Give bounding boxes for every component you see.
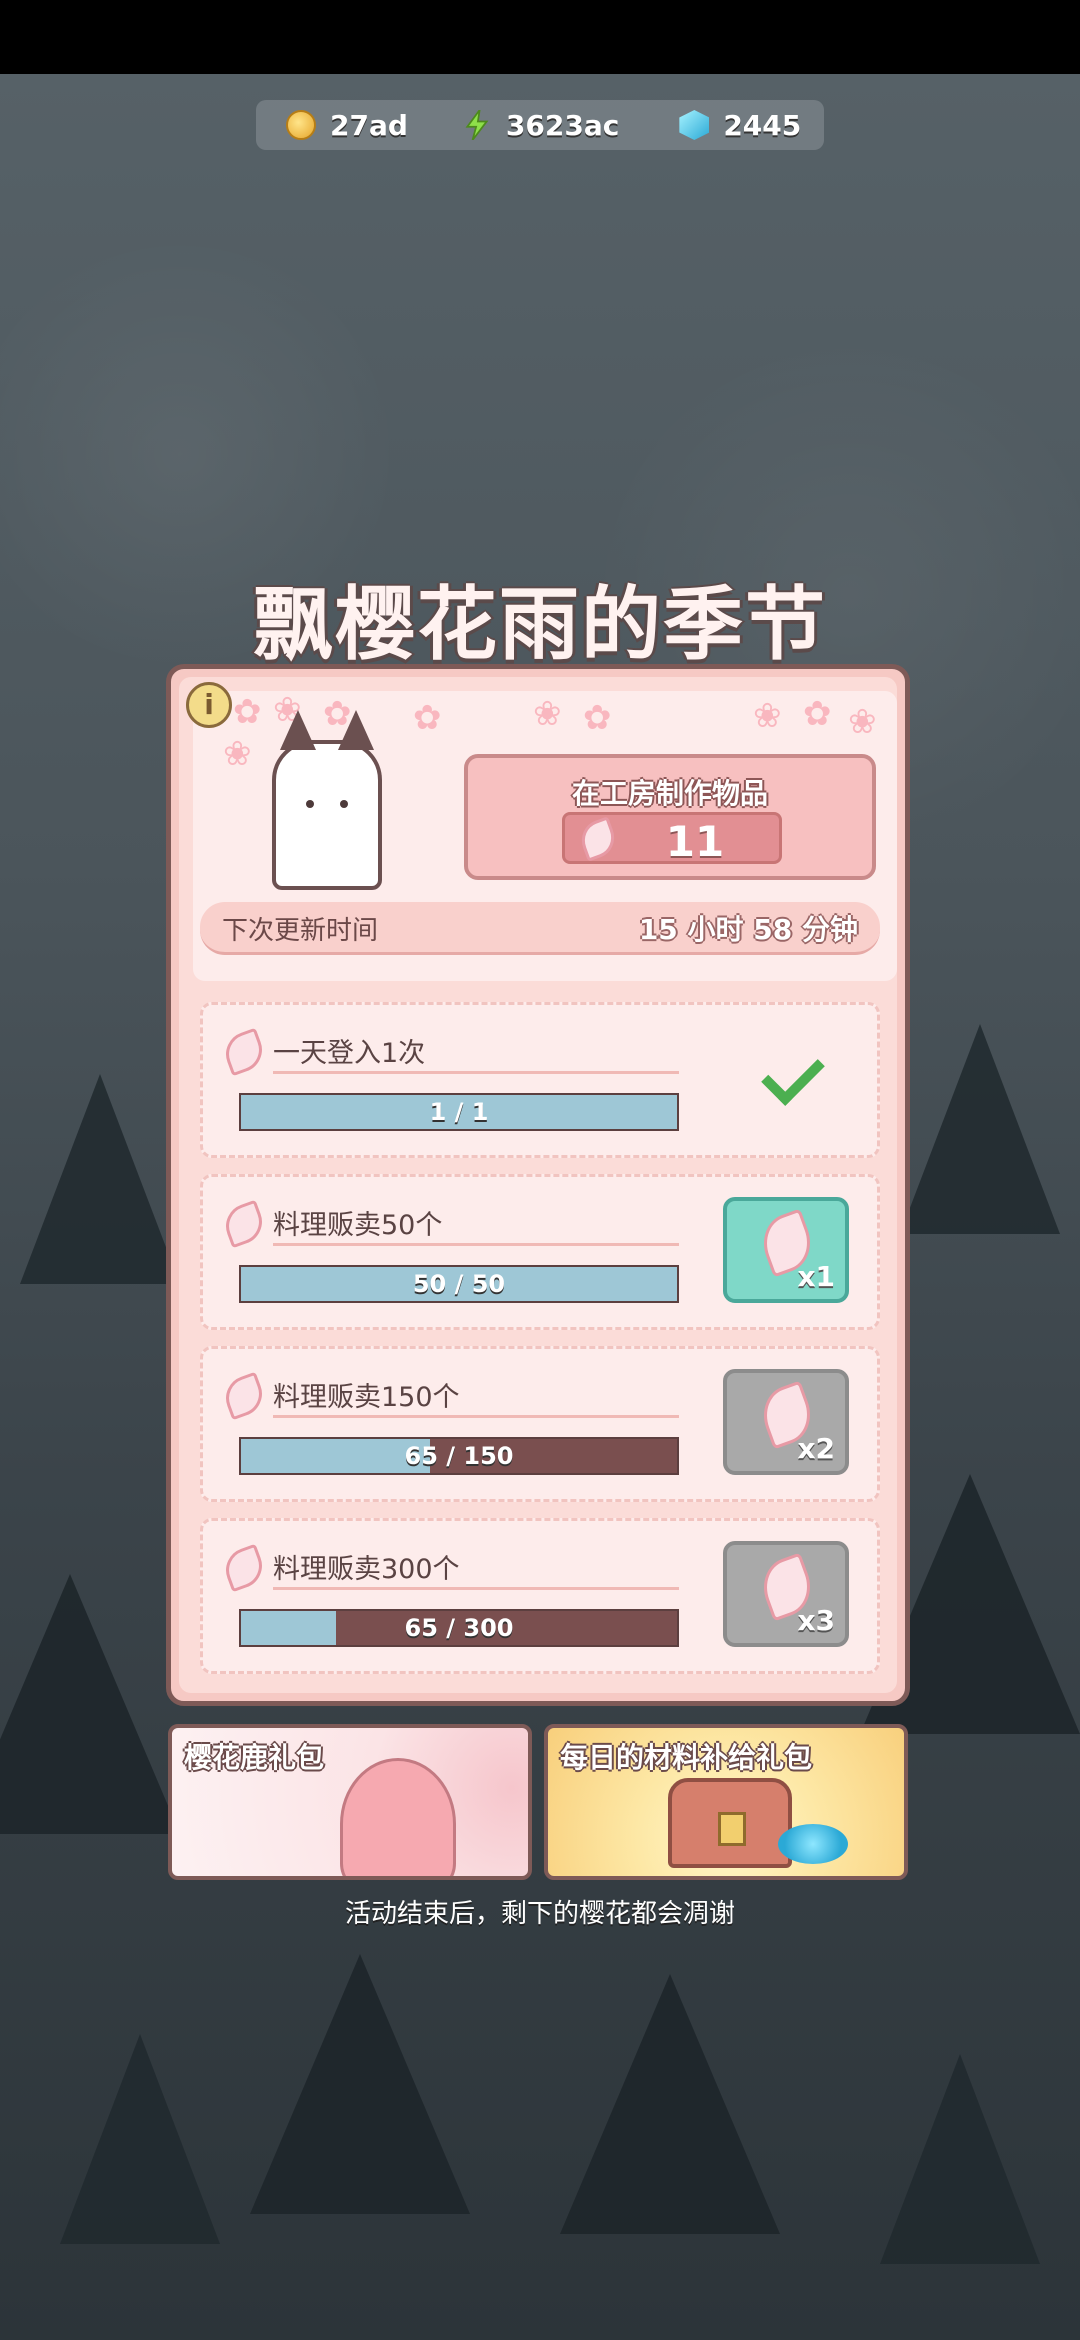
tree-silhouette xyxy=(0,1574,180,1834)
cat-eye xyxy=(340,800,348,808)
pack-title: 樱花鹿礼包 xyxy=(184,1741,325,1774)
pack-title: 每日的材料补给礼包 xyxy=(560,1741,813,1774)
sakura-petal-icon xyxy=(219,1027,269,1077)
blossom-decoration: ✿ xyxy=(583,698,612,738)
sakura-petal-icon xyxy=(575,816,621,862)
deer-mascot-image xyxy=(340,1758,456,1876)
task-progress-bar: 65 / 300 xyxy=(239,1609,679,1647)
checkmark-icon xyxy=(761,1042,825,1106)
petal-count: 11 xyxy=(665,817,725,866)
tree-silhouette xyxy=(20,1074,180,1284)
blossom-decoration: ✿ xyxy=(233,692,262,732)
progress-text: 65 / 300 xyxy=(404,1614,514,1642)
coin-icon xyxy=(286,110,316,140)
task-progress-bar: 65 / 150 xyxy=(239,1437,679,1475)
task-row: 料理贩卖150个 65 / 150 x2 xyxy=(200,1346,880,1502)
reward-quantity: x3 xyxy=(797,1604,835,1637)
blossom-decoration: ✿ xyxy=(413,698,442,738)
sakura-petal-icon xyxy=(219,1371,269,1421)
petal-counter: 11 xyxy=(562,812,782,866)
lightning-icon xyxy=(465,110,489,140)
tree-silhouette xyxy=(900,1024,1060,1234)
gem-counter[interactable]: 2445 xyxy=(679,109,801,142)
divider xyxy=(273,1415,679,1418)
info-button[interactable]: i xyxy=(186,682,232,728)
treasure-chest-image xyxy=(668,1778,792,1868)
task-row: 一天登入1次 1 / 1 xyxy=(200,1002,880,1158)
blossom-decoration: ❀ xyxy=(848,702,877,742)
workshop-label: 在工房制作物品 xyxy=(571,777,768,810)
locked-reward-button[interactable]: x2 xyxy=(723,1369,849,1475)
task-progress-bar: 1 / 1 xyxy=(239,1093,679,1131)
coin-counter[interactable]: 27ad xyxy=(286,109,408,142)
blossom-decoration: ✿ xyxy=(803,694,832,734)
currency-bar: 27ad 3623ac 2445 xyxy=(256,100,824,150)
sakura-deer-pack-button[interactable]: 樱花鹿礼包 xyxy=(168,1724,532,1880)
workshop-counter-box: 在工房制作物品 11 xyxy=(464,754,876,880)
tree-silhouette xyxy=(60,2034,220,2244)
status-bar xyxy=(0,0,1080,74)
task-row: 料理贩卖50个 50 / 50 x1 xyxy=(200,1174,880,1330)
progress-text: 1 / 1 xyxy=(429,1098,489,1126)
sakura-petal-icon xyxy=(219,1199,269,1249)
event-title: 飘樱花雨的季节 xyxy=(253,578,827,671)
task-name: 料理贩卖50个 xyxy=(273,1210,443,1241)
sakura-petal-icon xyxy=(219,1543,269,1593)
next-update-time: 15 小时 58 分钟 xyxy=(638,913,858,946)
event-footer-note: 活动结束后，剩下的樱花都会凋谢 xyxy=(344,1899,735,1929)
divider xyxy=(273,1587,679,1590)
next-update-bar: 下次更新时间 15 小时 58 分钟 xyxy=(200,902,880,955)
blossom-decoration: ❀ xyxy=(753,696,782,736)
task-name: 一天登入1次 xyxy=(273,1038,426,1069)
next-update-label: 下次更新时间 xyxy=(222,916,379,946)
divider xyxy=(273,1243,679,1246)
locked-reward-button[interactable]: x3 xyxy=(723,1541,849,1647)
blossom-decoration: ❀ xyxy=(223,734,252,774)
reward-quantity: x1 xyxy=(797,1260,835,1293)
energy-value: 3623ac xyxy=(505,108,620,142)
task-name: 料理贩卖150个 xyxy=(273,1382,460,1413)
tree-silhouette xyxy=(560,1974,780,2234)
task-progress-bar: 50 / 50 xyxy=(239,1265,679,1303)
divider xyxy=(273,1071,679,1074)
claim-reward-button[interactable]: x1 xyxy=(723,1197,849,1303)
progress-text: 65 / 150 xyxy=(404,1442,514,1470)
gem-icon xyxy=(679,110,710,140)
coin-value: 27ad xyxy=(330,108,408,142)
progress-text: 50 / 50 xyxy=(412,1270,506,1298)
task-name: 料理贩卖300个 xyxy=(273,1554,460,1585)
reward-quantity: x2 xyxy=(797,1432,835,1465)
cat-mascot xyxy=(272,710,382,890)
blossom-decoration: ❀ xyxy=(533,694,562,734)
tree-silhouette xyxy=(880,2054,1040,2264)
daily-material-pack-button[interactable]: 每日的材料补给礼包 xyxy=(544,1724,908,1880)
gem-value: 2445 xyxy=(723,108,802,142)
energy-counter[interactable]: 3623ac xyxy=(462,109,619,142)
task-row: 料理贩卖300个 65 / 300 x3 xyxy=(200,1518,880,1674)
tree-silhouette xyxy=(250,1954,470,2214)
gem-pile-image xyxy=(778,1824,848,1864)
cat-eye xyxy=(306,800,314,808)
